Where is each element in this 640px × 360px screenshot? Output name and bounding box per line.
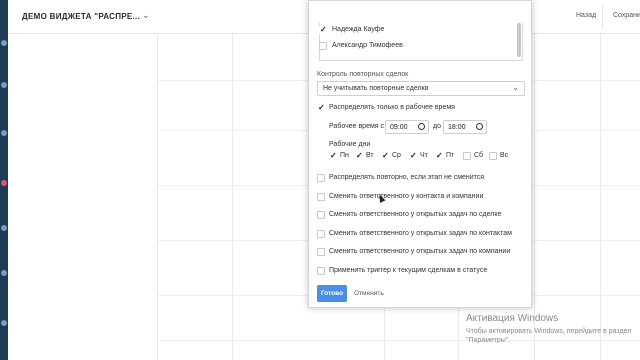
checkbox-checked[interactable]: ✓: [381, 152, 389, 160]
checkbox[interactable]: [317, 248, 325, 256]
nav-icon[interactable]: [1, 40, 7, 46]
widget-title[interactable]: ДЕМО ВИДЖЕТА "РАСПРЕ...: [22, 12, 140, 21]
watermark-text: Чтобы активировать Windows, перейдите в …: [466, 328, 632, 344]
save-button[interactable]: Сохранить: [602, 5, 640, 29]
side-panel: [8, 34, 158, 360]
time-from-input[interactable]: 09:00: [385, 120, 429, 134]
checkbox[interactable]: [317, 267, 325, 275]
option-row[interactable]: Сменить ответственного у открытых задач …: [317, 229, 512, 239]
day-mon[interactable]: ✓ Пн: [329, 151, 349, 161]
grid-divider: [534, 34, 535, 360]
chevron-down-icon: ⌄: [512, 83, 519, 92]
checkbox[interactable]: [317, 174, 325, 182]
option-row[interactable]: Сменить ответственного у открытых задач …: [317, 247, 510, 257]
back-button[interactable]: Назад: [576, 12, 596, 19]
checkbox-checked[interactable]: ✓: [319, 26, 327, 34]
checkbox[interactable]: [489, 152, 497, 160]
users-scrollbar[interactable]: [517, 23, 521, 57]
users-list: ✓ Надежда Кауфе Александр Тимофеев: [319, 23, 523, 61]
windows-activation-watermark: Активация Windows Чтобы активировать Win…: [466, 313, 640, 345]
nav-icon[interactable]: [1, 225, 7, 231]
day-wed[interactable]: ✓ Ср: [381, 151, 401, 161]
work-time-checkbox-row[interactable]: ✓ Распределять только в рабочее время: [317, 103, 455, 113]
checkbox[interactable]: [463, 152, 471, 160]
distribution-settings-modal: ✓ Надежда Кауфе Александр Тимофеев Контр…: [308, 0, 532, 308]
user-item[interactable]: ✓ Надежда Кауфе: [319, 26, 384, 34]
grid-divider: [600, 34, 601, 360]
day-fri[interactable]: ✓ Пт: [435, 151, 454, 161]
nav-icon[interactable]: [1, 130, 7, 136]
checkbox-checked[interactable]: ✓: [329, 152, 337, 160]
repeat-control-select[interactable]: Не учитывать повторные сделки ⌄: [317, 81, 525, 96]
watermark-title: Активация Windows: [466, 313, 559, 324]
grid-divider: [232, 34, 233, 360]
clock-icon: [418, 123, 425, 130]
nav-icon[interactable]: [1, 320, 7, 326]
clock-icon: [476, 123, 483, 130]
day-sat[interactable]: Сб: [463, 151, 483, 161]
day-sun[interactable]: Вс: [489, 151, 508, 161]
option-row[interactable]: Применить триггер к текущим сделкам в ст…: [317, 266, 487, 276]
checkbox[interactable]: [317, 230, 325, 238]
notification-icon[interactable]: [1, 180, 7, 186]
work-days: ✓ Пн ✓ Вт ✓ Ср ✓ Чт ✓ Пт Сб Вс: [329, 151, 519, 163]
repeat-control-label: Контроль повторных сделок: [317, 71, 409, 78]
time-to-label: до: [433, 123, 441, 130]
work-time-label: Рабочее время с: [329, 123, 385, 130]
time-to-input[interactable]: 18:00: [443, 120, 487, 134]
checkbox[interactable]: [319, 42, 327, 50]
option-row[interactable]: Распределять повторно, если этап не смен…: [317, 173, 484, 183]
chevron-down-icon[interactable]: ⌄: [142, 10, 150, 21]
checkbox-checked[interactable]: ✓: [355, 152, 363, 160]
option-row[interactable]: Сменить ответственного у контакта и комп…: [317, 192, 483, 202]
day-thu[interactable]: ✓ Чт: [409, 151, 428, 161]
nav-icon[interactable]: [1, 270, 7, 276]
left-app-sidebar: [0, 0, 8, 360]
user-item[interactable]: Александр Тимофеев: [319, 42, 403, 50]
checkbox[interactable]: [317, 193, 325, 201]
nav-icon[interactable]: [1, 82, 7, 88]
checkbox[interactable]: [317, 211, 325, 219]
checkbox-checked[interactable]: ✓: [435, 152, 443, 160]
done-button[interactable]: Готово: [317, 285, 347, 302]
day-tue[interactable]: ✓ Вт: [355, 151, 374, 161]
cancel-button[interactable]: Отменить: [354, 290, 384, 297]
option-row[interactable]: Сменить ответственного у открытых задач …: [317, 210, 501, 220]
work-days-label: Рабочие дни: [329, 141, 371, 148]
checkbox-checked[interactable]: ✓: [409, 152, 417, 160]
checkbox-checked[interactable]: ✓: [317, 104, 325, 112]
